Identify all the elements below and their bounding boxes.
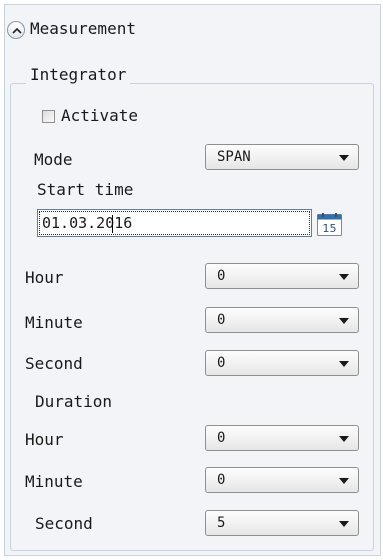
duration-second-label: Second [35, 514, 93, 533]
start-date-input[interactable]: 01.03.2016 [37, 209, 312, 237]
calendar-icon: 15 [317, 213, 342, 236]
start-hour-value: 0 [217, 268, 226, 284]
activate-checkbox[interactable] [42, 109, 55, 123]
duration-second-value: 5 [217, 515, 226, 531]
start-time-label: Start time [37, 180, 134, 199]
start-second-label: Second [25, 354, 83, 373]
duration-second-dropdown[interactable]: 5 [205, 510, 359, 536]
duration-hour-value: 0 [217, 430, 226, 446]
dropdown-arrow-icon [339, 318, 349, 324]
duration-hour-label: Hour [25, 430, 64, 449]
dropdown-arrow-icon [339, 436, 349, 442]
start-second-dropdown[interactable]: 0 [205, 350, 359, 376]
activate-label: Activate [61, 106, 139, 125]
activate-row[interactable]: Activate [42, 104, 138, 128]
dropdown-arrow-icon [339, 478, 349, 484]
dropdown-arrow-icon [339, 274, 349, 280]
start-second-value: 0 [217, 355, 226, 371]
duration-hour-dropdown[interactable]: 0 [205, 425, 359, 451]
calendar-day-text: 15 [323, 222, 337, 235]
duration-minute-dropdown[interactable]: 0 [205, 467, 359, 493]
panel-title: Measurement [30, 19, 136, 38]
mode-dropdown[interactable]: SPAN [205, 144, 359, 170]
dropdown-arrow-icon [339, 521, 349, 527]
start-minute-value: 0 [217, 312, 226, 328]
calendar-button[interactable]: 15 [316, 213, 343, 237]
start-hour-dropdown[interactable]: 0 [205, 263, 359, 289]
mode-label: Mode [34, 150, 73, 169]
integrator-group-title: Integrator [26, 63, 131, 87]
dropdown-arrow-icon [339, 155, 349, 161]
mode-value: SPAN [217, 149, 251, 165]
collapse-button[interactable] [7, 21, 25, 39]
text-caret [112, 215, 113, 233]
start-hour-label: Hour [25, 268, 64, 287]
start-minute-dropdown[interactable]: 0 [205, 307, 359, 333]
start-date-value: 01.03.2016 [42, 214, 133, 232]
start-minute-label: Minute [25, 313, 83, 332]
duration-minute-value: 0 [217, 472, 226, 488]
dropdown-arrow-icon [339, 361, 349, 367]
chevron-up-icon [12, 27, 22, 34]
duration-label: Duration [35, 392, 113, 411]
duration-minute-label: Minute [25, 472, 83, 491]
